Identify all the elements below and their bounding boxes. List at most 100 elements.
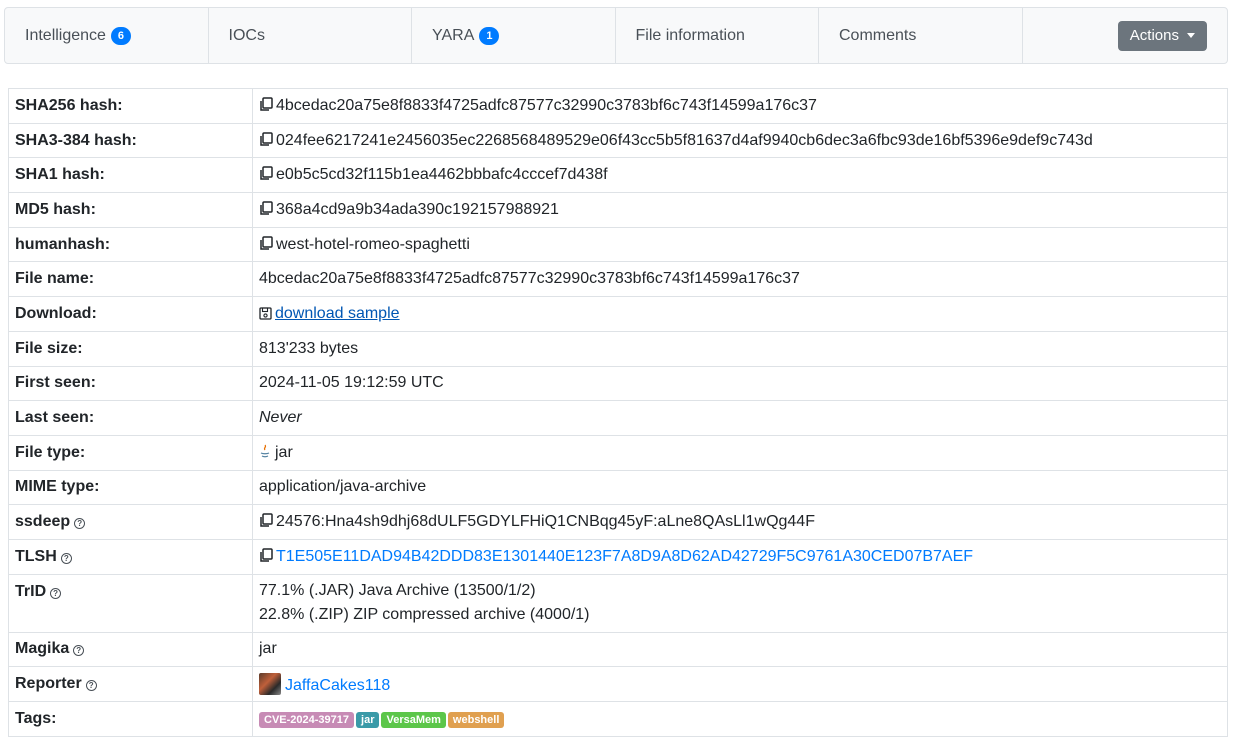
table-row: TLSH? T1E505E11DAD94B42DDD83E1301440E123… [8, 538, 1228, 575]
trid-line-1: 77.1% (.JAR) Java Archive (13500/1/2) [259, 582, 536, 600]
help-icon[interactable]: ? [73, 645, 85, 657]
firstseen-value: 2024-11-05 19:12:59 UTC [252, 365, 1228, 402]
row-key: File name: [8, 261, 253, 298]
help-icon[interactable]: ? [85, 680, 97, 692]
copy-icon[interactable] [259, 166, 273, 181]
table-row: Reporter? JaffaCakes118 [8, 666, 1228, 702]
humanhash-value: west-hotel-romeo-spaghetti [276, 235, 470, 253]
file-info-table: SHA256 hash: 4bcedac20a75e8f8833f4725adf… [8, 88, 1228, 737]
row-key: Reporter? [8, 666, 253, 702]
table-row: Download: download sample [8, 296, 1228, 332]
tab-yara[interactable]: YARA 1 [412, 8, 616, 63]
table-row: humanhash: west-hotel-romeo-spaghetti [8, 226, 1228, 263]
table-row: ssdeep? 24576:Hna4sh9dhj68dULF5GDYLFHiQ1… [8, 504, 1228, 540]
row-key: ssdeep? [8, 504, 253, 540]
row-value: 024fee6217241e2456035ec2268568489529e06f… [252, 122, 1228, 159]
copy-icon[interactable] [259, 201, 273, 216]
table-row: SHA1 hash: e0b5c5cd32f115b1ea4462bbbafc4… [8, 157, 1228, 194]
tag-badge[interactable]: jar [356, 711, 380, 728]
row-value: JaffaCakes118 [252, 666, 1228, 702]
row-key: SHA1 hash: [8, 157, 253, 194]
mime-value: application/java-archive [252, 469, 1228, 506]
table-row: Tags: CVE-2024-39717 jar VersaMem webshell [8, 701, 1228, 737]
tag-badge[interactable]: CVE-2024-39717 [259, 711, 355, 728]
row-key: Tags: [8, 701, 253, 737]
row-value: download sample [252, 296, 1228, 332]
table-row: File type: jar [8, 434, 1228, 471]
table-row: First seen: 2024-11-05 19:12:59 UTC [8, 365, 1228, 402]
ssdeep-value: 24576:Hna4sh9dhj68dULF5GDYLFHiQ1CNBqg45y… [276, 513, 815, 531]
actions-dropdown-button[interactable]: Actions [1117, 20, 1207, 51]
table-row: SHA3-384 hash: 024fee6217241e2456035ec22… [8, 122, 1228, 159]
table-row: TrID? 77.1% (.JAR) Java Archive (13500/1… [8, 573, 1228, 633]
row-key: File size: [8, 330, 253, 367]
table-row: MIME type: application/java-archive [8, 469, 1228, 506]
tags-cell: CVE-2024-39717 jar VersaMem webshell [252, 701, 1228, 737]
count-badge: 1 [479, 26, 500, 45]
filesize-value: 813'233 bytes [252, 330, 1228, 367]
avatar [259, 673, 281, 696]
tab-label: File information [635, 26, 745, 44]
table-row: Last seen: Never [8, 400, 1228, 436]
copy-icon[interactable] [259, 548, 273, 563]
caret-down-icon [1187, 33, 1195, 38]
tag-badge[interactable]: webshell [447, 711, 505, 728]
copy-icon[interactable] [259, 97, 273, 112]
row-key: TLSH? [8, 538, 253, 575]
row-value: e0b5c5cd32f115b1ea4462bbbafc4cccef7d438f [252, 157, 1228, 194]
trid-line-2: 22.8% (.ZIP) ZIP compressed archive (400… [259, 606, 590, 624]
tab-intelligence[interactable]: Intelligence 6 [5, 8, 209, 63]
filename-value: 4bcedac20a75e8f8833f4725adfc87577c32990c… [252, 261, 1228, 298]
table-row: MD5 hash: 368a4cd9a9b34ada390c1921579889… [8, 192, 1228, 228]
row-value: T1E505E11DAD94B42DDD83E1301440E123F7A8D9… [252, 538, 1228, 575]
copy-icon[interactable] [259, 513, 273, 528]
actions-container: Actions [1023, 8, 1228, 63]
row-key: humanhash: [8, 226, 253, 263]
tab-label: YARA [432, 26, 475, 44]
help-icon[interactable]: ? [60, 552, 72, 564]
actions-label: Actions [1129, 27, 1179, 44]
filetype-value: jar [275, 443, 293, 461]
magika-value: jar [252, 631, 1228, 668]
table-row: File name: 4bcedac20a75e8f8833f4725adfc8… [8, 261, 1228, 298]
ssdeep-key: ssdeep [15, 513, 71, 531]
tab-file-information[interactable]: File information [616, 8, 819, 63]
row-value: 368a4cd9a9b34ada390c192157988921 [252, 192, 1228, 228]
java-icon [260, 444, 270, 458]
reporter-link[interactable]: JaffaCakes118 [285, 677, 390, 694]
sha1-value: e0b5c5cd32f115b1ea4462bbbafc4cccef7d438f [276, 166, 608, 184]
trid-key: TrID [15, 582, 47, 600]
tag-badge[interactable]: VersaMem [381, 711, 446, 728]
tlsh-link[interactable]: T1E505E11DAD94B42DDD83E1301440E123F7A8D9… [276, 548, 973, 565]
tab-iocs[interactable]: IOCs [209, 8, 412, 63]
row-value: jar [252, 434, 1228, 471]
row-value: 77.1% (.JAR) Java Archive (13500/1/2) 22… [252, 573, 1228, 633]
tab-label: Intelligence [25, 26, 106, 44]
tlsh-key: TLSH [15, 547, 57, 565]
copy-icon[interactable] [259, 131, 273, 147]
tab-label: Comments [839, 26, 917, 44]
magika-key: Magika [15, 640, 70, 658]
row-value: west-hotel-romeo-spaghetti [252, 226, 1228, 263]
count-badge: 6 [110, 26, 131, 45]
sha256-value: 4bcedac20a75e8f8833f4725adfc87577c32990c… [276, 96, 817, 114]
table-row: File size: 813'233 bytes [8, 330, 1228, 367]
help-icon[interactable]: ? [74, 518, 86, 530]
tab-label: IOCs [228, 26, 265, 44]
row-value: 24576:Hna4sh9dhj68dULF5GDYLFHiQ1CNBqg45y… [252, 504, 1228, 540]
copy-icon[interactable] [259, 235, 273, 251]
row-key: MIME type: [8, 469, 253, 506]
download-sample-link[interactable]: download sample [275, 305, 400, 322]
help-icon[interactable]: ? [50, 587, 62, 599]
row-key: Download: [8, 296, 253, 332]
row-key: Magika? [8, 631, 253, 668]
md5-value: 368a4cd9a9b34ada390c192157988921 [276, 200, 559, 218]
sha3-value: 024fee6217241e2456035ec2268568489529e06f… [276, 131, 1093, 149]
row-key: Last seen: [8, 400, 253, 436]
row-key: File type: [8, 434, 253, 471]
row-key: MD5 hash: [8, 192, 253, 228]
table-row: SHA256 hash: 4bcedac20a75e8f8833f4725adf… [8, 88, 1228, 124]
tab-comments[interactable]: Comments [819, 8, 1023, 63]
table-row: Magika? jar [8, 631, 1228, 668]
row-key: SHA256 hash: [8, 88, 253, 124]
